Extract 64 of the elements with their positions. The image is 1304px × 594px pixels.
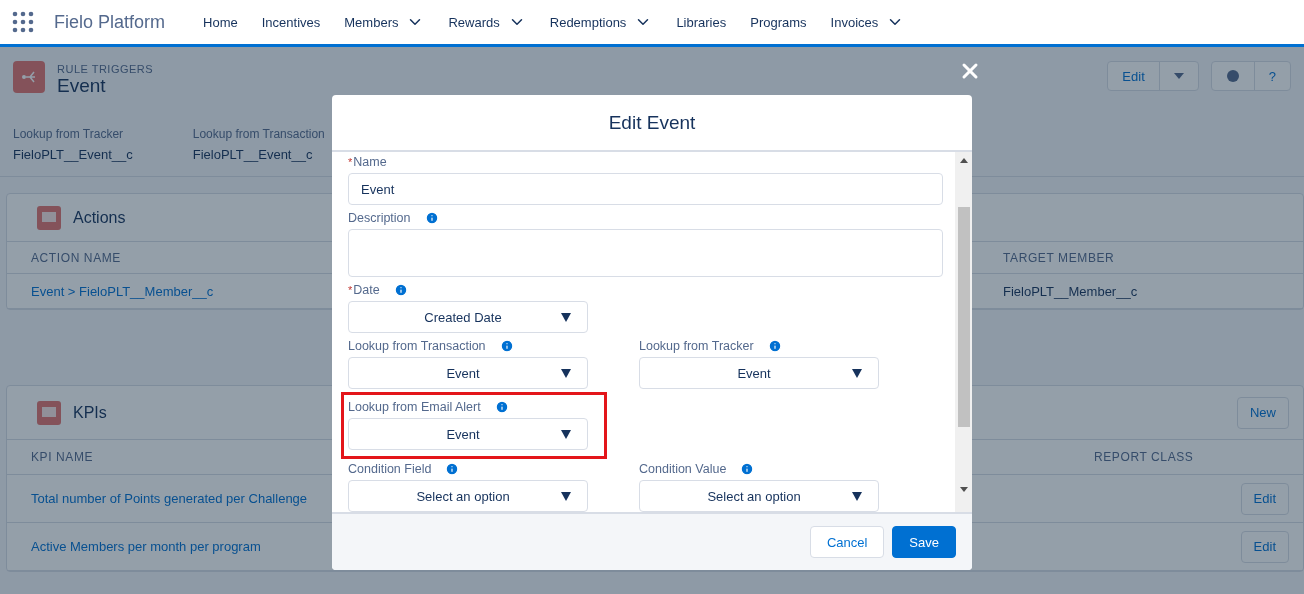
nav-tab[interactable]: Rewards xyxy=(436,13,538,31)
select-dropdown[interactable]: Event xyxy=(639,357,879,389)
field-label: Lookup from Tracker xyxy=(639,339,754,353)
nav-tab[interactable]: Members xyxy=(332,13,437,31)
flag-icon xyxy=(37,205,61,230)
required-mark: * xyxy=(348,156,353,168)
scroll-up-icon[interactable] xyxy=(959,158,968,163)
app-title: Fielo Platform xyxy=(54,11,166,33)
app-launcher-icon[interactable] xyxy=(12,11,34,33)
info-icon[interactable] xyxy=(424,211,439,225)
field-label: Date xyxy=(353,283,380,297)
save-button[interactable]: Save xyxy=(892,526,956,558)
select-dropdown[interactable]: Select an option xyxy=(348,480,588,512)
nav-tab[interactable]: Redemptions xyxy=(537,13,665,31)
nav-tab[interactable]: Home xyxy=(191,14,250,30)
field-label: Lookup from Tracker xyxy=(13,127,125,141)
object-label: RULE TRIGGERS xyxy=(57,63,154,75)
select-dropdown[interactable]: Event xyxy=(348,418,588,450)
caret-icon xyxy=(561,429,571,439)
field-label: Condition Value xyxy=(639,462,727,476)
nav-tab[interactable]: Invoices xyxy=(818,13,917,31)
caret-icon xyxy=(561,368,571,378)
select-dropdown[interactable]: Created Date xyxy=(348,301,588,333)
column-header: KPI NAME xyxy=(31,450,94,464)
nav-tab[interactable]: Libraries xyxy=(664,14,739,30)
field-label: Name xyxy=(353,155,387,169)
field-label: Lookup from Transaction xyxy=(348,339,486,353)
card-title: Actions xyxy=(73,208,126,227)
info-icon[interactable] xyxy=(767,339,782,353)
select-dropdown[interactable]: Select an option xyxy=(639,480,879,512)
name-input[interactable]: Event xyxy=(348,173,943,205)
modal-title: Edit Event xyxy=(608,111,696,134)
field-value: FieloPLT__Event__c xyxy=(192,147,314,162)
field-value: FieloPLT__Event__c xyxy=(13,147,133,162)
column-header: ACTION NAME xyxy=(31,250,121,265)
cancel-button[interactable]: Cancel xyxy=(809,526,885,558)
avatar-icon xyxy=(1225,69,1240,83)
info-icon[interactable] xyxy=(740,462,755,476)
required-mark: * xyxy=(348,284,353,296)
object-icon xyxy=(13,61,45,93)
caret-icon xyxy=(1173,73,1184,79)
column-header: REPORT CLASS xyxy=(1094,450,1194,464)
info-icon[interactable] xyxy=(499,339,514,353)
nav-tab[interactable]: Incentives xyxy=(249,14,333,30)
select-dropdown[interactable]: Event xyxy=(348,357,588,389)
scrollbar[interactable] xyxy=(955,152,972,512)
column-header: TARGET MEMBER xyxy=(1003,250,1115,265)
field-label: Lookup from Email Alert xyxy=(348,400,481,414)
field-label: Description xyxy=(348,211,411,225)
nav-tab[interactable]: Programs xyxy=(738,14,819,30)
field-label: Lookup from Transaction xyxy=(192,127,325,141)
caret-icon xyxy=(852,368,862,378)
info-icon[interactable] xyxy=(494,400,509,414)
info-icon[interactable] xyxy=(393,283,408,297)
caret-icon xyxy=(561,312,571,322)
record-title: Event xyxy=(57,75,107,97)
scroll-down-icon[interactable] xyxy=(959,487,968,492)
caret-icon xyxy=(852,491,862,501)
flag-icon xyxy=(37,400,61,425)
field-label: Condition Field xyxy=(348,462,432,476)
caret-icon xyxy=(561,491,571,501)
table-cell: FieloPLT__Member__c xyxy=(1003,283,1138,299)
card-title: KPIs xyxy=(73,403,107,422)
info-icon[interactable] xyxy=(445,462,460,476)
